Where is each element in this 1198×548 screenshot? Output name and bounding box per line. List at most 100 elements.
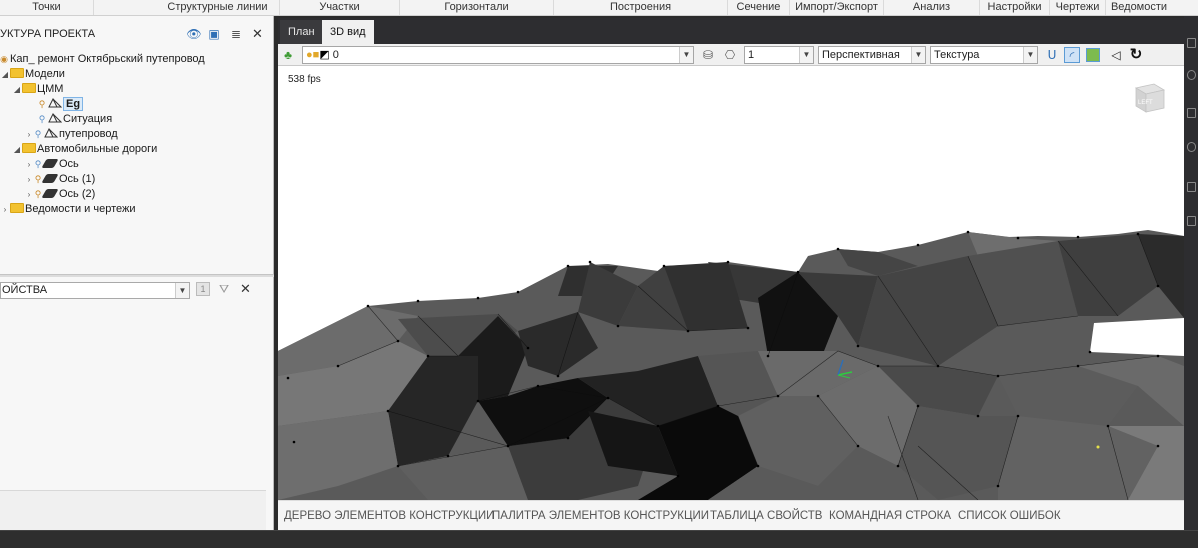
tab-construction-tree[interactable]: ДЕРЕВО ЭЛЕМЕНТОВ КОНСТРУКЦИИ (284, 510, 494, 522)
structure-panel-title: УКТУРА ПРОЕКТА (0, 28, 96, 40)
smooth-surface-icon[interactable]: ◜ (1064, 47, 1080, 63)
road-icon (41, 159, 59, 168)
layer-state-icon[interactable]: ⎔ (722, 47, 738, 63)
layer-manager-icon[interactable]: ⛁ (700, 47, 716, 63)
tree-item-models[interactable]: ◢ Модели (0, 67, 65, 82)
ribbon-tab-import-export[interactable]: Импорт/Экспорт (790, 0, 884, 15)
road-icon (41, 174, 59, 183)
ribbon-tab-reports[interactable]: Ведомости (1106, 0, 1172, 15)
ribbon-tab-structure-lines[interactable]: Структурные линии (156, 0, 280, 15)
bulb-icon: ● (306, 49, 313, 61)
visibility-icon[interactable]: 👁 (186, 26, 202, 42)
properties-selector[interactable]: ОЙСТВА ▼ (0, 282, 190, 299)
panel-splitter[interactable] (0, 274, 274, 277)
chevron-down-icon[interactable]: ▼ (1023, 47, 1037, 63)
folder-icon (22, 143, 36, 153)
layer-selector[interactable]: ●■◩ 0 ▼ (302, 46, 694, 64)
tree-item-axis-1[interactable]: › ⚲ Ось (1) (24, 172, 96, 187)
render-mode-selector[interactable]: Текстура ▼ (930, 46, 1038, 64)
tree-item-situation[interactable]: ⚲ Ситуация (38, 112, 112, 127)
texture-image-icon[interactable] (1086, 48, 1100, 62)
panel-icon[interactable] (1187, 38, 1196, 48)
fps-counter: 538 fps (288, 74, 321, 85)
tree-item-roads[interactable]: ◢ Автомобильные дороги (12, 142, 157, 157)
tree-item-axis-2[interactable]: › ⚲ Ось (2) (24, 187, 96, 202)
surface-icon (48, 113, 62, 123)
chevron-down-icon[interactable]: ▼ (799, 47, 813, 63)
ribbon-tab-constructions[interactable]: Построения (554, 0, 728, 15)
pin-icon[interactable]: ⚲ (38, 112, 46, 127)
ribbon-tab-section[interactable]: Сечение (728, 0, 790, 15)
pin-icon[interactable]: ⚲ (34, 172, 42, 187)
list-icon[interactable] (1187, 108, 1196, 118)
tree-item-label: Модели (25, 68, 65, 80)
properties-close-icon[interactable]: ✕ (240, 281, 251, 297)
tree-item-overpass[interactable]: › ⚲ путепровод (24, 127, 118, 142)
projection-selector[interactable]: Перспективная ▼ (818, 46, 926, 64)
layers-icon[interactable]: ▣ (206, 26, 222, 42)
ribbon-tab-settings[interactable]: Настройки (980, 0, 1050, 15)
menu-icon[interactable] (1187, 216, 1196, 226)
stack-icon[interactable]: ≣ (228, 26, 244, 42)
layer-color-icon: ◩ (319, 49, 330, 61)
chevron-right-icon[interactable]: › (24, 127, 34, 142)
ribbon-tab-drawings[interactable]: Чертежи (1050, 0, 1106, 15)
pin-icon[interactable]: ⚲ (34, 127, 42, 142)
close-icon[interactable]: ✕ (252, 26, 263, 42)
tree-item-label: Eg (63, 97, 84, 111)
pin-icon[interactable]: ⚲ (38, 97, 46, 112)
chevron-down-icon[interactable]: ◢ (0, 67, 10, 82)
status-bar (0, 530, 1198, 548)
tree-item-label: Ведомости и чертежи (25, 203, 136, 215)
navcube-label: LEFT (1138, 100, 1153, 106)
tree-icon[interactable]: ♣ (280, 47, 296, 63)
scale-selector[interactable]: 1 ▼ (744, 46, 814, 64)
ribbon-tab-analysis[interactable]: Анализ (884, 0, 980, 15)
collapse-icon[interactable]: ◁ (1108, 47, 1124, 63)
tree-item-axis[interactable]: › ⚲ Ось (24, 157, 79, 172)
refresh-icon[interactable]: ↻ (1128, 47, 1144, 63)
navigation-cube[interactable]: LEFT (1130, 80, 1168, 116)
chevron-down-icon[interactable]: ◢ (12, 142, 22, 157)
3d-viewport[interactable]: 538 fps LEFT (278, 66, 1184, 500)
surface-icon (48, 98, 62, 108)
filter-icon[interactable]: ⛛ (216, 281, 232, 297)
chevron-down-icon[interactable]: ▼ (175, 283, 189, 298)
chevron-right-icon[interactable]: › (24, 187, 34, 202)
projection-selector-value: Перспективная (822, 49, 900, 61)
right-tool-strip (1184, 16, 1198, 530)
folder-icon (10, 203, 24, 213)
chevron-down-icon[interactable]: ▼ (679, 47, 693, 63)
chevron-down-icon[interactable]: ◢ (12, 82, 22, 97)
pin-icon[interactable]: ⚲ (34, 157, 42, 172)
chevron-down-icon[interactable]: ▼ (911, 47, 925, 63)
grid-icon[interactable] (1187, 182, 1196, 192)
tree-item-eg[interactable]: ⚲ Eg (38, 97, 84, 112)
tool-icon[interactable] (1187, 142, 1196, 152)
ribbon-tab-contours[interactable]: Горизонтали (400, 0, 554, 15)
properties-selector-value: ОЙСТВА (2, 284, 48, 296)
layer-selector-value: 0 (332, 49, 339, 61)
ribbon: Точки Структурные линии Участки Горизонт… (0, 0, 1198, 16)
tab-construction-palette[interactable]: ПАЛИТРА ЭЛЕМЕНТОВ КОНСТРУКЦИИ (492, 510, 709, 522)
magnet-icon[interactable]: ᑌ (1044, 47, 1060, 63)
tab-command-line[interactable]: КОМАНДНАЯ СТРОКА (829, 510, 951, 522)
tree-item-project[interactable]: ◉ Кап_ ремонт Октябрьский путепровод (0, 52, 205, 67)
tree-item-label: Ситуация (63, 113, 113, 125)
circle-icon[interactable] (1187, 70, 1196, 80)
view-toolbar: ♣ ●■◩ 0 ▼ ⛁ ⎔ 1 ▼ Перспективная ▼ Тексту… (278, 44, 1184, 66)
ribbon-tab-points[interactable]: Точки (0, 0, 94, 15)
tree-item-sheets[interactable]: › Ведомости и чертежи (0, 202, 136, 217)
tab-3d-view[interactable]: 3D вид (322, 20, 374, 44)
tab-error-list[interactable]: СПИСОК ОШИБОК (958, 510, 1061, 522)
tab-properties-table[interactable]: ТАБЛИЦА СВОЙСТВ (710, 510, 822, 522)
scale-selector-value: 1 (748, 49, 755, 61)
chevron-right-icon[interactable]: › (24, 157, 34, 172)
chevron-right-icon[interactable]: › (0, 202, 10, 217)
ribbon-tab-areas[interactable]: Участки (280, 0, 400, 15)
tree-item-tsm[interactable]: ◢ ЦММ (12, 82, 63, 97)
chevron-right-icon[interactable]: › (24, 172, 34, 187)
terrain-mesh[interactable] (278, 66, 1184, 500)
tab-plan[interactable]: План (280, 20, 323, 44)
pin-icon[interactable]: ⚲ (34, 187, 42, 202)
